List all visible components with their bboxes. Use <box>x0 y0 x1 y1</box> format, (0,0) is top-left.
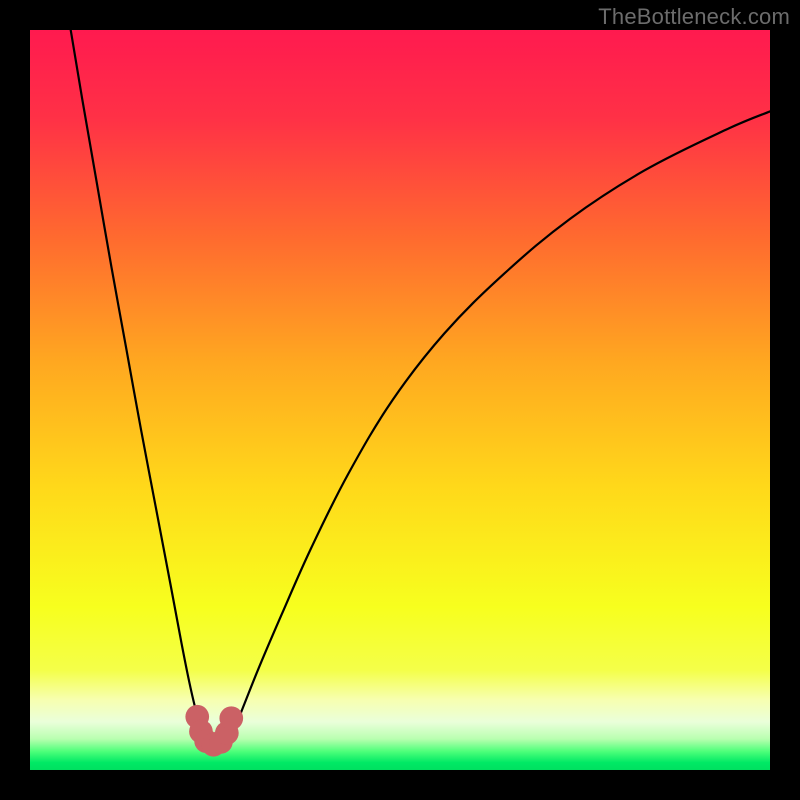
chart-frame: TheBottleneck.com <box>0 0 800 800</box>
curve-right-branch <box>230 111 770 736</box>
plot-area <box>30 30 770 770</box>
curve-layer <box>30 30 770 770</box>
curve-left-branch <box>71 30 204 737</box>
valley-marker <box>219 706 243 730</box>
watermark-text: TheBottleneck.com <box>598 4 790 30</box>
valley-marker-group <box>185 705 243 757</box>
